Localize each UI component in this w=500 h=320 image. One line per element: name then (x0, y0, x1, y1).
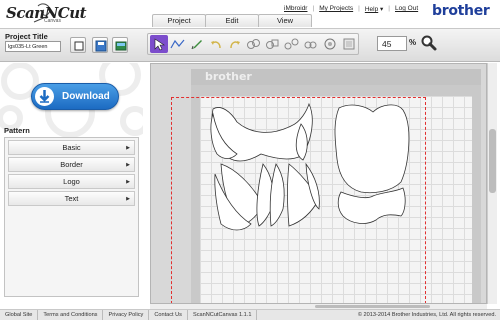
zoom-unit: % (409, 38, 417, 47)
target-tool[interactable] (321, 35, 339, 53)
weld-tool[interactable] (245, 35, 263, 53)
header: ScanNCut Canvas Project Edit View iMbroi… (0, 0, 500, 28)
import-icon (115, 41, 127, 51)
pattern-item-text[interactable]: Text ▶ (8, 191, 135, 206)
undo-tool[interactable] (207, 35, 225, 53)
line-tool[interactable] (169, 35, 187, 53)
new-project-button[interactable] (70, 37, 86, 53)
my-projects-link[interactable]: My Projects (319, 5, 353, 13)
new-project-icon (74, 41, 84, 51)
vertical-scroll-thumb[interactable] (489, 129, 496, 193)
zoom-level-input[interactable] (377, 36, 407, 51)
copyright-text: © 2013-2014 Brother Industries, Ltd. All… (357, 312, 496, 318)
copy-icon (304, 41, 317, 49)
pattern-heading: Pattern (4, 126, 30, 135)
chevron-right-icon: ▶ (126, 145, 130, 151)
help-menu[interactable]: Help ▾ (365, 5, 383, 13)
footer-version: ScanNCutCanvas 1.1.1 (188, 310, 258, 320)
pattern-item-label: Text (64, 194, 79, 203)
pen-icon (191, 40, 202, 50)
group-tool[interactable] (264, 35, 282, 53)
footer-link-global-site[interactable]: Global Site (0, 310, 39, 320)
scan-tool[interactable] (340, 35, 358, 53)
footer-link-contact[interactable]: Contact Us (149, 310, 188, 320)
footer: Global Site Terms and Conditions Privacy… (0, 309, 500, 320)
horizontal-scroll-thumb[interactable] (315, 305, 430, 308)
ungroup-icon (284, 38, 299, 50)
ungroup-tool[interactable] (283, 35, 301, 53)
nav-separator: | (312, 5, 315, 12)
pattern-item-border[interactable]: Border ▶ (8, 157, 135, 172)
logout-link[interactable]: Log Out (395, 5, 418, 13)
nav-separator: | (358, 5, 360, 12)
left-panel: Download Pattern Basic ▶ Border ▶ Logo ▶… (0, 63, 143, 309)
weld-icon (247, 39, 260, 49)
undo-icon (211, 41, 221, 49)
pattern-item-basic[interactable]: Basic ▶ (8, 140, 135, 155)
top-nav: iMbroidr | My Projects | Help ▾ | Log Ou… (284, 5, 418, 13)
chevron-right-icon: ▶ (126, 196, 130, 202)
nav-separator: | (388, 5, 390, 12)
footer-link-privacy[interactable]: Privacy Policy (103, 310, 150, 320)
save-button[interactable] (92, 37, 108, 53)
download-icon (35, 87, 54, 106)
pen-tool[interactable] (188, 35, 206, 53)
line-icon (170, 39, 185, 49)
target-icon (324, 38, 336, 50)
vertical-scrollbar[interactable] (487, 63, 497, 304)
tab-view[interactable]: View (258, 14, 312, 27)
chevron-down-icon: ▾ (380, 6, 384, 13)
chevron-right-icon: ▶ (126, 179, 130, 185)
redo-icon (230, 41, 240, 49)
logo-subtext: Canvas (44, 18, 61, 24)
help-link[interactable]: Help (365, 6, 378, 13)
canvas-area[interactable]: brother (150, 63, 487, 304)
tab-edit[interactable]: Edit (205, 14, 259, 27)
project-title-input[interactable] (5, 41, 61, 52)
chevron-right-icon: ▶ (126, 162, 130, 168)
pattern-list: Basic ▶ Border ▶ Logo ▶ Text ▶ (4, 137, 139, 297)
footer-link-terms[interactable]: Terms and Conditions (38, 310, 104, 320)
save-icon (95, 40, 107, 52)
user-link[interactable]: iMbroidr (284, 5, 307, 13)
pattern-shapes[interactable] (151, 64, 487, 304)
pattern-item-label: Basic (62, 143, 81, 152)
select-icon (154, 38, 165, 51)
copy-tool[interactable] (302, 35, 320, 53)
scan-icon (343, 38, 355, 50)
pattern-item-label: Logo (63, 177, 80, 186)
scanncut-logo[interactable]: ScanNCut Canvas (4, 2, 87, 24)
zoom-button[interactable] (420, 34, 438, 52)
project-title-label: Project Title (5, 32, 48, 41)
brother-logo[interactable]: brother (432, 3, 490, 19)
pattern-item-logo[interactable]: Logo ▶ (8, 174, 135, 189)
tab-project[interactable]: Project (152, 14, 206, 27)
zoom-icon (421, 35, 437, 51)
download-label: Download (62, 91, 110, 102)
group-icon (266, 39, 279, 49)
import-button[interactable] (112, 37, 128, 53)
download-button[interactable]: Download (31, 83, 119, 110)
redo-tool[interactable] (226, 35, 244, 53)
edit-tools (147, 33, 359, 55)
select-tool[interactable] (150, 35, 168, 53)
menu-tabs: Project Edit View (152, 14, 312, 27)
pattern-item-label: Border (60, 160, 83, 169)
